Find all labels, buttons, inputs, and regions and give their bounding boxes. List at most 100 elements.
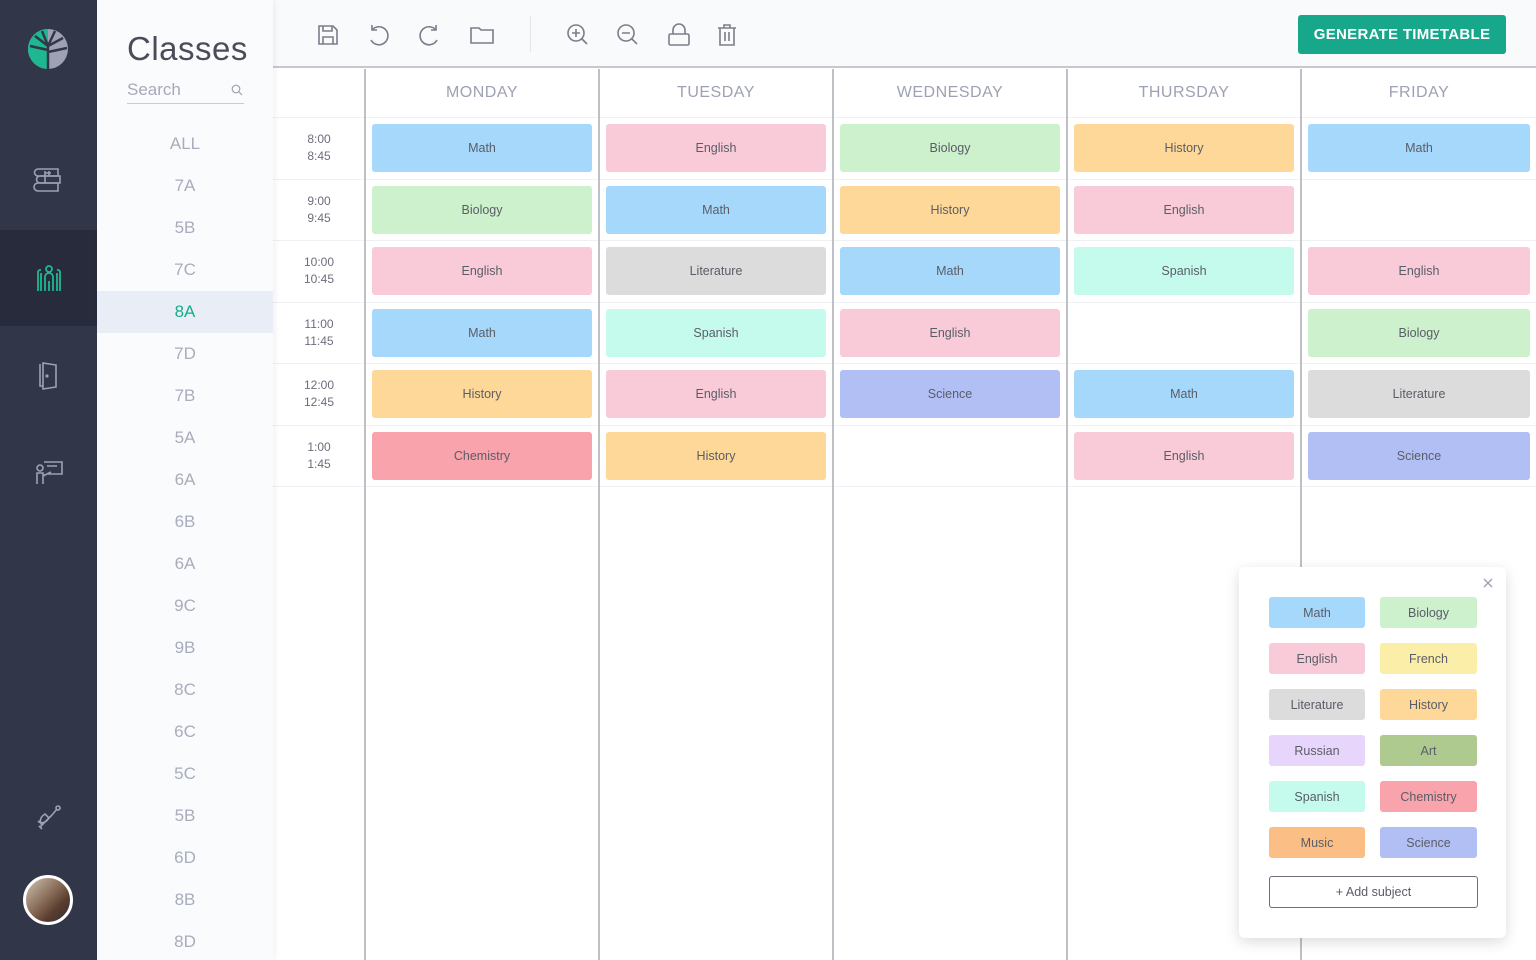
lesson-block[interactable]: History: [840, 185, 1060, 234]
add-subject-button[interactable]: + Add subject: [1269, 876, 1478, 908]
lesson-block[interactable]: Math: [1074, 370, 1294, 419]
timetable-slot[interactable]: [834, 426, 1066, 487]
open-button[interactable]: [466, 19, 498, 51]
subject-chip[interactable]: Chemistry: [1380, 781, 1477, 812]
subject-chip[interactable]: Biology: [1380, 597, 1477, 628]
lesson-block[interactable]: Science: [1308, 431, 1530, 480]
timetable-slot[interactable]: History: [600, 426, 832, 487]
class-item[interactable]: 6B: [97, 501, 273, 543]
timetable-slot[interactable]: English: [366, 241, 598, 303]
class-item[interactable]: 8B: [97, 879, 273, 921]
redo-button[interactable]: [414, 19, 446, 51]
rail-item-rooms[interactable]: [0, 327, 97, 423]
class-item[interactable]: 6C: [97, 711, 273, 753]
tree-logo-icon[interactable]: [25, 26, 71, 72]
timetable-slot[interactable]: Science: [834, 364, 1066, 426]
class-item[interactable]: 8C: [97, 669, 273, 711]
save-button[interactable]: [312, 19, 344, 51]
class-item[interactable]: 5A: [97, 417, 273, 459]
class-item[interactable]: 8A: [97, 291, 273, 333]
lesson-block[interactable]: English: [606, 370, 826, 419]
timetable-slot[interactable]: History: [1068, 118, 1300, 180]
rail-item-classes[interactable]: [0, 230, 97, 326]
lesson-block[interactable]: Science: [840, 370, 1060, 419]
subject-chip[interactable]: French: [1380, 643, 1477, 674]
timetable-slot[interactable]: Math: [366, 303, 598, 364]
timetable-slot[interactable]: Biology: [834, 118, 1066, 180]
subject-chip[interactable]: Science: [1380, 827, 1477, 858]
timetable-slot[interactable]: Spanish: [1068, 241, 1300, 303]
timetable-slot[interactable]: Math: [366, 118, 598, 180]
lesson-block[interactable]: Biology: [372, 185, 592, 234]
timetable-slot[interactable]: Biology: [366, 180, 598, 241]
subject-chip[interactable]: Math: [1269, 597, 1365, 628]
lesson-block[interactable]: English: [1074, 185, 1294, 234]
zoom-in-button[interactable]: [562, 19, 594, 51]
lesson-block[interactable]: Spanish: [1074, 247, 1294, 296]
lesson-block[interactable]: Biology: [1308, 308, 1530, 357]
lesson-block[interactable]: History: [1074, 124, 1294, 173]
subject-chip[interactable]: English: [1269, 643, 1365, 674]
class-item[interactable]: 7D: [97, 333, 273, 375]
user-avatar[interactable]: [23, 875, 73, 925]
search-icon[interactable]: [231, 84, 243, 96]
class-item[interactable]: 6D: [97, 837, 273, 879]
subject-chip[interactable]: History: [1380, 689, 1477, 720]
lesson-block[interactable]: Spanish: [606, 308, 826, 357]
lesson-block[interactable]: Math: [1308, 124, 1530, 173]
lesson-block[interactable]: English: [1074, 431, 1294, 480]
timetable-slot[interactable]: Science: [1302, 426, 1536, 487]
timetable-slot[interactable]: History: [366, 364, 598, 426]
timetable-slot[interactable]: [1302, 180, 1536, 241]
class-item[interactable]: 9C: [97, 585, 273, 627]
rail-item-teachers[interactable]: [0, 423, 97, 519]
lesson-block[interactable]: History: [606, 431, 826, 480]
lesson-block[interactable]: Math: [840, 247, 1060, 296]
lesson-block[interactable]: Chemistry: [372, 431, 592, 480]
timetable-slot[interactable]: English: [600, 118, 832, 180]
class-item[interactable]: ALL: [97, 123, 273, 165]
timetable-slot[interactable]: [1068, 303, 1300, 364]
class-item[interactable]: 6A: [97, 459, 273, 501]
timetable-slot[interactable]: Chemistry: [366, 426, 598, 487]
lesson-block[interactable]: English: [840, 308, 1060, 357]
zoom-out-button[interactable]: [612, 19, 644, 51]
lesson-block[interactable]: History: [372, 370, 592, 419]
timetable-slot[interactable]: Literature: [600, 241, 832, 303]
subject-chip[interactable]: Literature: [1269, 689, 1365, 720]
timetable-slot[interactable]: Literature: [1302, 364, 1536, 426]
timetable-slot[interactable]: English: [600, 364, 832, 426]
timetable-slot[interactable]: Math: [834, 241, 1066, 303]
subject-chip[interactable]: Russian: [1269, 735, 1365, 766]
lesson-block[interactable]: English: [372, 247, 592, 296]
lesson-block[interactable]: English: [606, 124, 826, 173]
timetable-slot[interactable]: English: [1068, 426, 1300, 487]
class-item[interactable]: 5B: [97, 207, 273, 249]
class-item[interactable]: 7C: [97, 249, 273, 291]
lesson-block[interactable]: Math: [606, 185, 826, 234]
class-item[interactable]: 6A: [97, 543, 273, 585]
rail-item-notifications[interactable]: [0, 770, 97, 866]
class-item[interactable]: 7A: [97, 165, 273, 207]
timetable-slot[interactable]: Math: [1068, 364, 1300, 426]
class-item[interactable]: 9B: [97, 627, 273, 669]
class-search-input[interactable]: [127, 78, 227, 102]
lesson-block[interactable]: Math: [372, 124, 592, 173]
lesson-block[interactable]: Literature: [606, 247, 826, 296]
class-item[interactable]: 5C: [97, 753, 273, 795]
class-item[interactable]: 5B: [97, 795, 273, 837]
class-item[interactable]: 8D: [97, 921, 273, 960]
lesson-block[interactable]: Math: [372, 308, 592, 357]
delete-button[interactable]: [711, 19, 743, 51]
timetable-slot[interactable]: Biology: [1302, 303, 1536, 364]
timetable-slot[interactable]: English: [1302, 241, 1536, 303]
close-icon[interactable]: [1480, 575, 1496, 591]
timetable-slot[interactable]: Spanish: [600, 303, 832, 364]
timetable-slot[interactable]: Math: [600, 180, 832, 241]
lesson-block[interactable]: Biology: [840, 124, 1060, 173]
lesson-block[interactable]: English: [1308, 247, 1530, 296]
subject-chip[interactable]: Art: [1380, 735, 1477, 766]
rail-item-subjects[interactable]: [0, 133, 97, 229]
subject-chip[interactable]: Spanish: [1269, 781, 1365, 812]
timetable-slot[interactable]: English: [1068, 180, 1300, 241]
